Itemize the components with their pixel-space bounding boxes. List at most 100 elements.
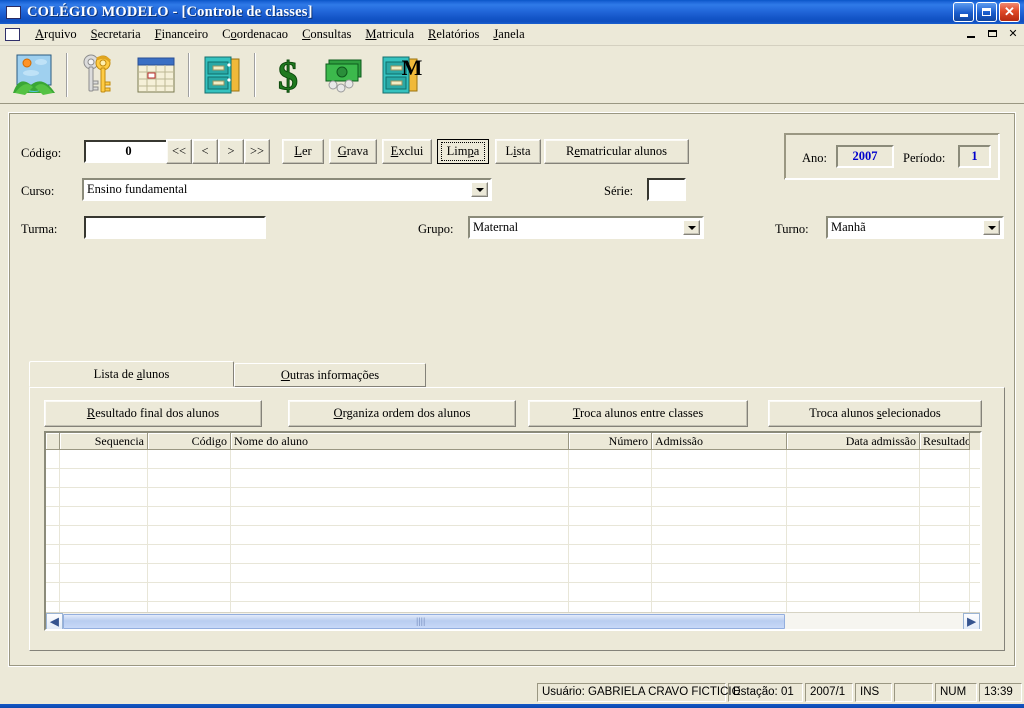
nav-next-button[interactable]: > — [218, 139, 244, 164]
table-cell[interactable] — [787, 469, 920, 488]
table-row[interactable] — [46, 583, 980, 602]
table-cell[interactable] — [46, 526, 60, 545]
grid-header-cell[interactable]: Resultado — [920, 433, 970, 450]
table-cell[interactable] — [920, 507, 970, 526]
scroll-track[interactable] — [785, 612, 963, 629]
table-cell[interactable] — [148, 450, 231, 469]
menu-item-coordenacao[interactable]: Coordenacao — [215, 25, 295, 44]
keys-icon[interactable] — [73, 49, 127, 101]
mdi-minimize-button[interactable] — [963, 26, 979, 41]
menu-item-secretaria[interactable]: Secretaria — [84, 25, 148, 44]
file-cabinet-icon[interactable] — [195, 49, 249, 101]
serie-input[interactable] — [647, 178, 686, 201]
nav-prev-button[interactable]: < — [192, 139, 218, 164]
grid-header-cell[interactable]: Data admissão — [787, 433, 920, 450]
calendar-icon[interactable] — [129, 49, 183, 101]
file-cabinet-m-icon[interactable]: M — [373, 49, 427, 101]
table-cell[interactable] — [148, 545, 231, 564]
grupo-combobox[interactable]: Maternal — [468, 216, 704, 239]
table-cell[interactable] — [148, 564, 231, 583]
table-cell[interactable] — [231, 545, 569, 564]
scroll-right-button[interactable]: ▶ — [963, 612, 980, 629]
ano-field[interactable]: 2007 — [836, 145, 894, 168]
table-cell[interactable] — [920, 545, 970, 564]
grid-header-cell[interactable] — [46, 433, 60, 450]
menu-item-janela[interactable]: Janela — [486, 25, 531, 44]
table-cell[interactable] — [787, 526, 920, 545]
table-cell[interactable] — [787, 564, 920, 583]
table-cell[interactable] — [60, 488, 148, 507]
ler-button[interactable]: Ler — [282, 139, 324, 164]
turno-dropdown-button[interactable] — [983, 220, 1000, 235]
table-cell[interactable] — [231, 564, 569, 583]
table-cell[interactable] — [148, 488, 231, 507]
table-row[interactable] — [46, 545, 980, 564]
turno-combobox[interactable]: Manhã — [826, 216, 1004, 239]
table-cell[interactable] — [148, 469, 231, 488]
scroll-left-button[interactable]: ◀ — [46, 612, 63, 629]
troca-alunos-entre-classes-button[interactable]: Troca alunos entre classes — [528, 400, 748, 427]
photo-landscape-icon[interactable] — [7, 49, 61, 101]
table-cell[interactable] — [231, 450, 569, 469]
table-cell[interactable] — [787, 450, 920, 469]
turma-input[interactable] — [84, 216, 266, 239]
grid-header-cell[interactable]: Sequencia — [60, 433, 148, 450]
table-cell[interactable] — [569, 583, 652, 602]
table-cell[interactable] — [569, 450, 652, 469]
table-cell[interactable] — [569, 469, 652, 488]
table-cell[interactable] — [920, 526, 970, 545]
table-cell[interactable] — [920, 583, 970, 602]
table-cell[interactable] — [60, 583, 148, 602]
menu-item-matricula[interactable]: Matricula — [358, 25, 421, 44]
table-row[interactable] — [46, 469, 980, 488]
table-cell[interactable] — [569, 564, 652, 583]
tab-outras-informacoes[interactable]: Outras informações — [234, 363, 426, 387]
table-cell[interactable] — [148, 507, 231, 526]
troca-alunos-selecionados-button[interactable]: Troca alunos selecionados — [768, 400, 982, 427]
grid-header-cell[interactable]: Admissão — [652, 433, 787, 450]
table-cell[interactable] — [60, 450, 148, 469]
table-cell[interactable] — [231, 526, 569, 545]
table-cell[interactable] — [148, 526, 231, 545]
scroll-thumb[interactable]: |||| — [63, 613, 785, 629]
app-window-icon[interactable] — [6, 5, 21, 19]
table-cell[interactable] — [652, 564, 787, 583]
table-cell[interactable] — [652, 488, 787, 507]
table-cell[interactable] — [787, 545, 920, 564]
grid-header-cell[interactable]: Nome do aluno — [231, 433, 569, 450]
mdi-close-button[interactable]: ✕ — [1005, 26, 1021, 41]
mdi-document-icon[interactable] — [5, 28, 20, 41]
table-cell[interactable] — [569, 545, 652, 564]
table-cell[interactable] — [920, 564, 970, 583]
table-cell[interactable] — [920, 488, 970, 507]
table-row[interactable] — [46, 526, 980, 545]
nav-last-button[interactable]: >> — [244, 139, 270, 164]
table-cell[interactable] — [60, 564, 148, 583]
table-cell[interactable] — [787, 488, 920, 507]
curso-combobox[interactable]: Ensino fundamental — [82, 178, 492, 201]
table-cell[interactable] — [652, 469, 787, 488]
table-cell[interactable] — [46, 564, 60, 583]
curso-dropdown-button[interactable] — [471, 182, 488, 197]
table-cell[interactable] — [652, 450, 787, 469]
table-cell[interactable] — [569, 507, 652, 526]
table-cell[interactable] — [920, 450, 970, 469]
menu-item-consultas[interactable]: Consultas — [295, 25, 358, 44]
menu-item-relatrios[interactable]: Relatórios — [421, 25, 486, 44]
table-cell[interactable] — [60, 545, 148, 564]
table-cell[interactable] — [46, 450, 60, 469]
codigo-input[interactable]: 0 — [84, 140, 176, 163]
table-cell[interactable] — [231, 469, 569, 488]
tab-lista-de-alunos[interactable]: Lista de alunos — [29, 361, 234, 387]
table-cell[interactable] — [652, 507, 787, 526]
table-cell[interactable] — [652, 526, 787, 545]
grava-button[interactable]: Grava — [329, 139, 377, 164]
table-cell[interactable] — [652, 583, 787, 602]
table-cell[interactable] — [60, 526, 148, 545]
table-cell[interactable] — [46, 507, 60, 526]
table-cell[interactable] — [46, 469, 60, 488]
table-cell[interactable] — [569, 488, 652, 507]
table-cell[interactable] — [46, 488, 60, 507]
table-row[interactable] — [46, 450, 980, 469]
resultado-final-dos-alunos-button[interactable]: Resultado final dos alunos — [44, 400, 262, 427]
